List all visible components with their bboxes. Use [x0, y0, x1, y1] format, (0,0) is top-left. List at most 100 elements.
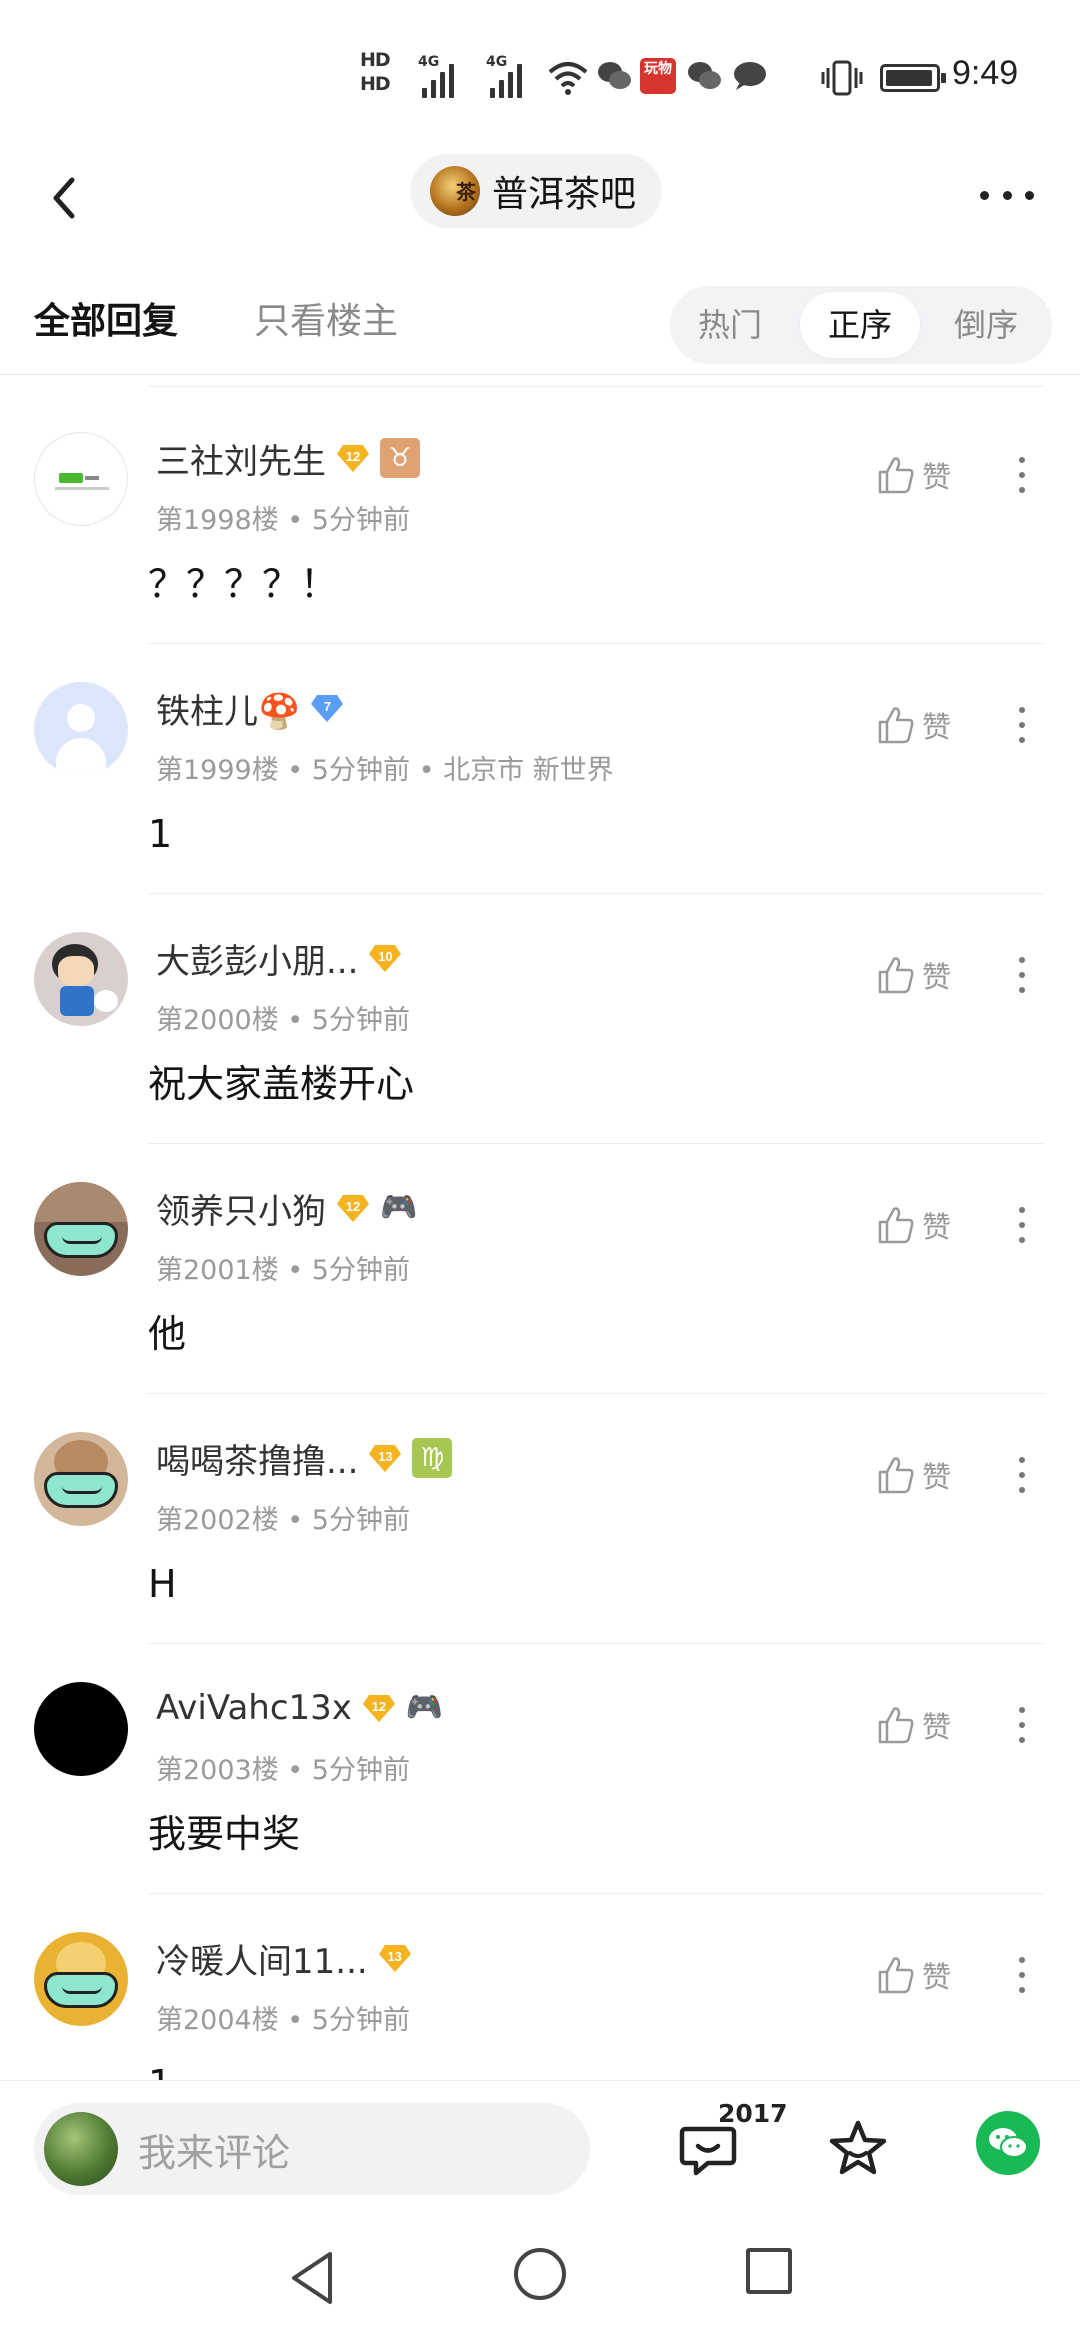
avatar[interactable] [34, 682, 128, 776]
comment-bubble-icon [679, 2126, 737, 2176]
wechat-notif-icon [598, 62, 631, 89]
tab-owner-only[interactable]: 只看楼主 [254, 292, 398, 344]
gamepad-badge-icon: 🎮 [405, 1690, 444, 1725]
comment-count: 2017 [718, 2099, 788, 2128]
level-badge: 12 [362, 1693, 396, 1723]
username[interactable]: 铁柱儿🍄 [156, 684, 300, 733]
like-button[interactable]: 赞 [876, 450, 951, 500]
reply-content[interactable]: H [148, 1562, 177, 1606]
reply-more-button[interactable] [1010, 950, 1034, 1000]
reply-content[interactable]: 1 [148, 812, 172, 856]
avatar[interactable] [34, 1182, 128, 1276]
username[interactable]: 三社刘先生 [156, 434, 326, 483]
comment-input[interactable]: 我来评论 [34, 2103, 590, 2195]
forum-name: 普洱茶吧 [492, 174, 637, 215]
sort-hot[interactable]: 热门 [670, 286, 790, 364]
reply-more-button[interactable] [1010, 1200, 1034, 1250]
like-button[interactable]: 赞 [876, 1700, 951, 1750]
avatar[interactable] [34, 1682, 128, 1776]
thumbs-up-icon [878, 1957, 914, 1994]
hd-indicator: HD HD [360, 49, 391, 95]
like-button[interactable]: 赞 [876, 1200, 951, 1250]
reply-content[interactable]: 1 [148, 2062, 172, 2080]
tab-all-replies[interactable]: 全部回复 [34, 292, 178, 344]
thumbs-up-icon [878, 957, 914, 994]
forum-button[interactable]: 茶 普洱茶吧 [410, 154, 663, 228]
thumbs-up-icon [878, 707, 914, 744]
reply-more-button[interactable] [1010, 1450, 1034, 1500]
comments-button[interactable] [678, 2119, 738, 2179]
taurus-badge-icon: ♉ [380, 438, 420, 478]
reply-more-button[interactable] [1010, 1950, 1034, 2000]
gamepad-badge-icon: 🎮 [380, 1190, 418, 1225]
like-button[interactable]: 赞 [876, 1950, 951, 2000]
level-badge: 13 [368, 1443, 402, 1473]
reply-content[interactable]: 他 [148, 1312, 186, 1356]
app-notif-icon: 玩物 [640, 58, 676, 94]
avatar[interactable] [34, 1432, 128, 1526]
thumbs-up-icon [878, 1457, 914, 1494]
reply-more-button[interactable] [1010, 450, 1034, 500]
floor-time: 第1998楼 • 5分钟前 [156, 505, 410, 536]
my-avatar [44, 2112, 118, 2186]
back-button[interactable] [40, 158, 96, 238]
like-button[interactable]: 赞 [876, 950, 951, 1000]
sort-segment: 热门 正序 倒序 [670, 286, 1052, 364]
system-navigation-bar [0, 2220, 1080, 2340]
reply-content[interactable]: 我要中奖 [148, 1812, 300, 1856]
more-options-button[interactable] [972, 160, 1042, 230]
floor-time-location: 第1999楼 • 5分钟前 • 北京市 新世界 [156, 755, 614, 786]
like-button[interactable]: 赞 [876, 1450, 951, 1500]
reply-content[interactable]: 祝大家盖楼开心 [148, 1062, 414, 1106]
reply-item: 喝喝茶撸撸... 13 ♍ 第2002楼 • 5分钟前 H 赞 [0, 1394, 1080, 1644]
comment-placeholder: 我来评论 [138, 2130, 291, 2175]
floor-time: 第2001楼 • 5分钟前 [156, 1255, 410, 1286]
thumbs-up-icon [878, 1207, 914, 1244]
level-badge: 10 [368, 943, 402, 973]
wechat-notif-icon-2 [688, 62, 721, 89]
username[interactable]: 冷暖人间11... [156, 1934, 368, 1983]
sort-ascending[interactable]: 正序 [800, 292, 920, 358]
wechat-icon [989, 2128, 1028, 2158]
wechat-share-button[interactable] [976, 2111, 1040, 2175]
thumbs-up-icon [878, 1707, 914, 1744]
reply-more-button[interactable] [1010, 700, 1034, 750]
sort-descending[interactable]: 倒序 [926, 286, 1046, 364]
floor-time: 第2003楼 • 5分钟前 [156, 1755, 410, 1786]
divider [148, 386, 1044, 387]
avatar[interactable] [34, 432, 128, 526]
nav-recents-icon[interactable] [746, 2248, 792, 2294]
nav-back-icon[interactable] [286, 2248, 340, 2308]
virgo-badge-icon: ♍ [412, 1438, 453, 1478]
nav-home-icon[interactable] [514, 2248, 566, 2300]
like-button[interactable]: 赞 [876, 700, 951, 750]
clock: 9:49 [952, 54, 1019, 92]
floor-time: 第2000楼 • 5分钟前 [156, 1005, 410, 1036]
reply-item: 领养只小狗 12 🎮 第2001楼 • 5分钟前 他 赞 [0, 1144, 1080, 1394]
username[interactable]: 大彭彭小朋... [156, 934, 358, 983]
level-badge: 13 [378, 1943, 412, 1973]
username[interactable]: 领养只小狗 [156, 1184, 326, 1233]
vibrate-icon [821, 60, 863, 96]
signal-icon-1: 4G [418, 54, 454, 98]
reply-more-button[interactable] [1010, 1700, 1034, 1750]
thumbs-up-icon [878, 457, 914, 494]
level-badge: 12 [336, 443, 370, 473]
message-icon [734, 62, 766, 90]
username[interactable]: 喝喝茶撸撸... [156, 1434, 358, 1483]
reply-item: AviVahc13x 12 🎮 第2003楼 • 5分钟前 我要中奖 赞 [0, 1644, 1080, 1894]
reply-content[interactable]: ？？？？！ [148, 562, 338, 606]
top-header: 茶 普洱茶吧 [0, 150, 1080, 280]
bottom-action-bar: 我来评论 2017 [0, 2080, 1080, 2220]
battery-icon [880, 64, 946, 92]
reply-item: 三社刘先生 12 ♉ 第1998楼 • 5分钟前 ？？？？！ 赞 [0, 394, 1080, 644]
filter-bar: 全部回复 只看楼主 热门 正序 倒序 [0, 270, 1080, 375]
star-icon [829, 2120, 887, 2175]
username[interactable]: AviVahc13x [156, 1688, 352, 1728]
favorite-button[interactable] [826, 2117, 890, 2181]
avatar[interactable] [34, 932, 128, 1026]
floor-time: 第2002楼 • 5分钟前 [156, 1505, 410, 1536]
avatar[interactable] [34, 1932, 128, 2026]
reply-item: 冷暖人间11... 13 第2004楼 • 5分钟前 1 赞 [0, 1894, 1080, 2080]
wifi-icon [548, 62, 588, 95]
